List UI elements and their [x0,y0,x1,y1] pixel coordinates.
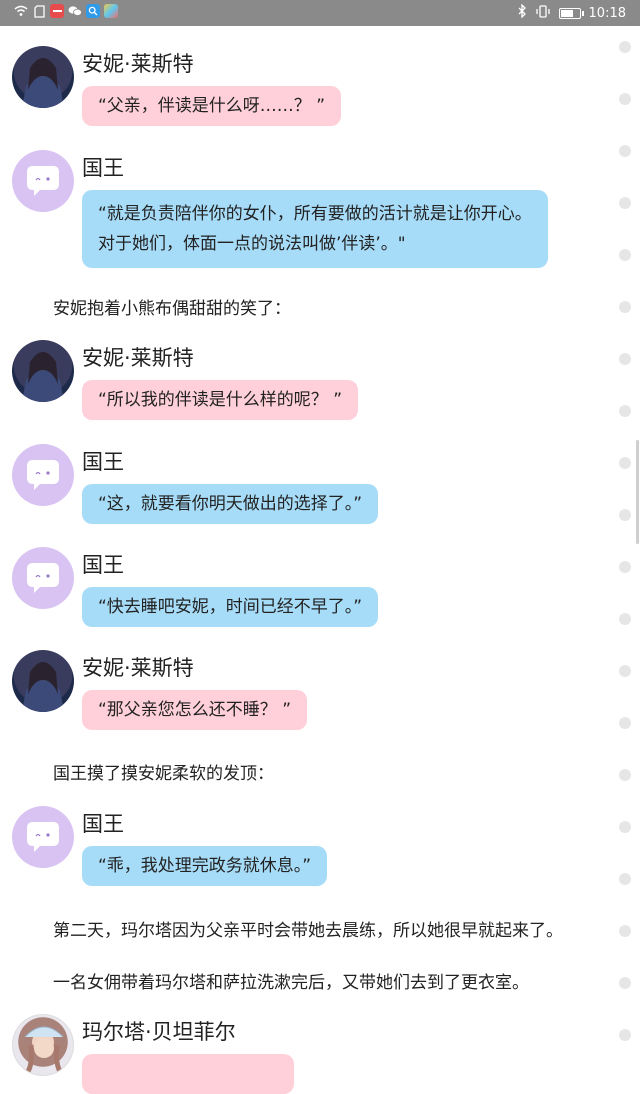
chat-bubble-icon [27,563,59,593]
scroll-dot [619,821,631,833]
speaker-name: 国王 [82,156,124,180]
vibrate-icon [535,4,551,22]
battery-icon [558,7,584,19]
search-app-icon [86,4,100,18]
scroll-dot [619,457,631,469]
speaker-name: 国王 [82,553,124,577]
status-bar: 10:18 [0,0,640,26]
speech-bubble[interactable] [82,1054,294,1094]
scroll-dot [619,769,631,781]
bubble-text: 对于她们，体面一点的说法叫做’伴读’。" [98,234,406,254]
bubble-text: “那父亲您怎么还不睡？ ” [98,700,292,720]
app-badge-icon [50,4,64,18]
scroll-dot [619,93,631,105]
chat-bubble-icon [27,460,59,490]
clock-time: 10:18 [588,5,626,21]
narration-text: 第二天，玛尔塔因为父亲平时会带她去晨练，所以她很早就起来了。 [53,921,563,941]
scroll-dot [619,665,631,677]
speaker-name: 安妮·莱斯特 [82,52,194,76]
scroll-dot [619,717,631,729]
scroll-dot [619,197,631,209]
narration-text: 安妮抱着小熊布偶甜甜的笑了： [53,299,291,319]
avatar[interactable] [12,650,74,712]
speaker-name: 国王 [82,812,124,836]
avatar[interactable] [12,150,74,212]
speech-bubble[interactable]: “这，就要看你明天做出的选择了。” [82,484,379,524]
avatar[interactable] [12,806,74,868]
chat-bubble-icon [27,166,59,196]
scrollbar[interactable] [636,440,639,544]
speech-bubble[interactable]: “快去睡吧安妮，时间已经不早了。” [82,587,379,627]
bluetooth-icon [518,3,527,22]
avatar[interactable] [12,46,74,108]
gallery-icon [104,4,118,18]
wechat-icon [68,4,82,18]
narration-text: 一名女佣带着玛尔塔和萨拉洗漱完后，又带她们去到了更衣室。 [53,973,529,993]
chat-bubble-icon [27,822,59,852]
avatar[interactable] [12,1014,74,1076]
scroll-dot [619,301,631,313]
scroll-dot [619,405,631,417]
bubble-text: “父亲，伴读是什么呀……？ ” [98,96,326,116]
status-left-icons [14,4,118,18]
scroll-dot [619,613,631,625]
narration-text: 国王摸了摸安妮柔软的发顶： [53,764,274,784]
scroll-dot [619,353,631,365]
bubble-text: “快去睡吧安妮，时间已经不早了。” [98,597,363,617]
speaker-name: 国王 [82,450,124,474]
scroll-dot [619,1029,631,1041]
avatar[interactable] [12,444,74,506]
status-right-icons: 10:18 [518,3,626,22]
bubble-text: “乖，我处理完政务就休息。” [98,856,312,876]
scroll-dot [619,873,631,885]
scroll-dot [619,41,631,53]
speech-bubble[interactable]: “乖，我处理完政务就休息。” [82,846,328,886]
scroll-dot [619,145,631,157]
speech-bubble[interactable]: “就是负责陪伴你的女仆，所有要做的活计就是让你开心。 对于她们，体面一点的说法叫… [82,190,548,268]
avatar[interactable] [12,340,74,402]
speaker-name: 安妮·莱斯特 [82,346,194,370]
speaker-name: 安妮·莱斯特 [82,656,194,680]
scroll-dot [619,249,631,261]
story-feed[interactable]: 安妮·莱斯特 “父亲，伴读是什么呀……？ ” 国王 “就是负责陪伴你的女仆，所有… [0,26,640,1094]
avatar[interactable] [12,547,74,609]
sd-card-icon [32,4,46,18]
scroll-dot [619,977,631,989]
bubble-text: “就是负责陪伴你的女仆，所有要做的活计就是让你开心。 [98,204,532,224]
bubble-text: “这，就要看你明天做出的选择了。” [98,494,363,514]
wifi-icon [14,4,28,18]
scroll-dot [619,509,631,521]
scroll-dot [619,925,631,937]
speech-bubble[interactable]: “父亲，伴读是什么呀……？ ” [82,86,342,126]
speech-bubble[interactable]: “那父亲您怎么还不睡？ ” [82,690,308,730]
scroll-dot [619,561,631,573]
bubble-text: “所以我的伴读是什么样的呢？ ” [98,390,343,410]
speech-bubble[interactable]: “所以我的伴读是什么样的呢？ ” [82,380,359,420]
speaker-name: 玛尔塔·贝坦菲尔 [82,1020,236,1044]
